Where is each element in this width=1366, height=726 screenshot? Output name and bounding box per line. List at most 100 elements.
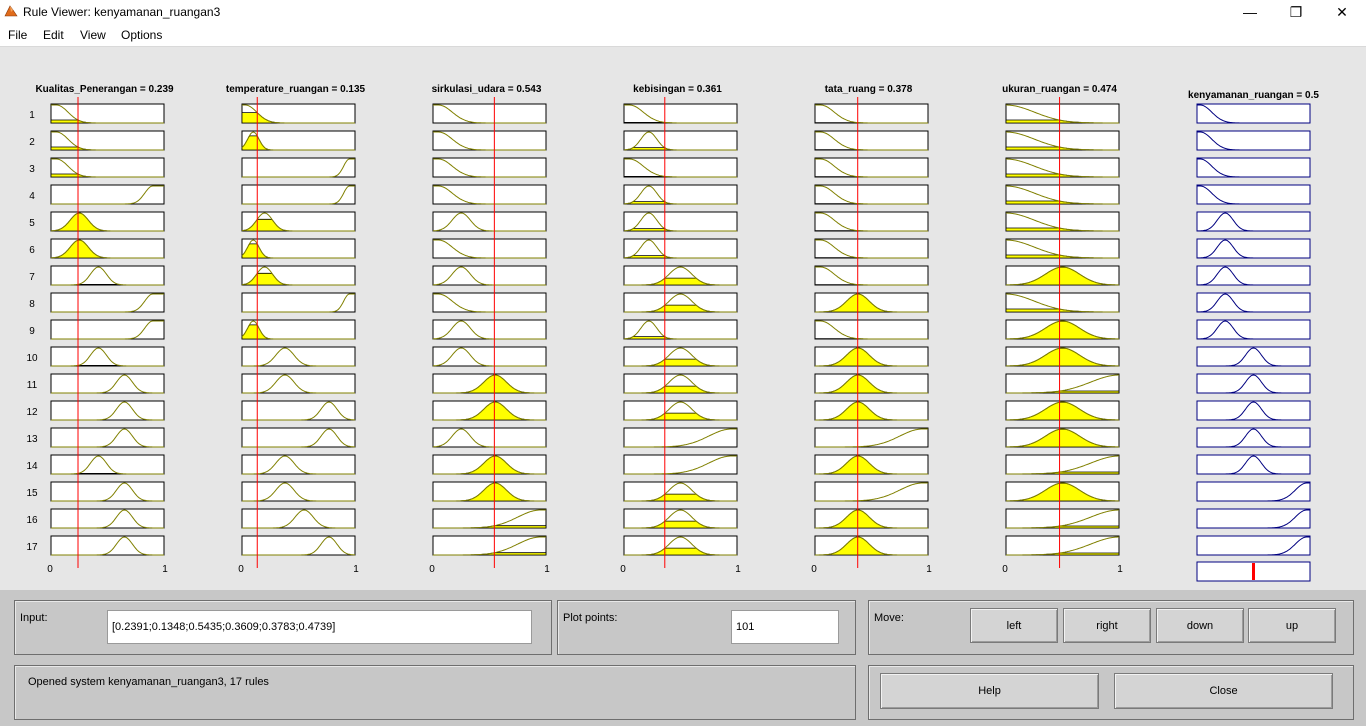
- mf-box[interactable]: [50, 508, 165, 529]
- mf-box[interactable]: [241, 346, 356, 367]
- mf-box[interactable]: [623, 238, 738, 259]
- axis-tick-min: 0: [620, 564, 626, 575]
- mf-box[interactable]: [432, 184, 547, 205]
- axis-tick-max: 1: [1117, 564, 1123, 575]
- mf-box[interactable]: [623, 130, 738, 151]
- mf-box[interactable]: [241, 481, 356, 502]
- mf-box[interactable]: [623, 184, 738, 205]
- output-mf-box[interactable]: [1196, 508, 1311, 529]
- output-mf-box[interactable]: [1196, 130, 1311, 151]
- mf-box[interactable]: [241, 373, 356, 394]
- axis-tick-max: 1: [162, 564, 168, 575]
- output-mf-box[interactable]: [1196, 292, 1311, 313]
- move-right-button[interactable]: right: [1063, 608, 1151, 643]
- mf-box[interactable]: [623, 211, 738, 232]
- input-vector-field[interactable]: [0.2391;0.1348;0.5435;0.3609;0.3783;0.47…: [107, 610, 532, 644]
- mf-box[interactable]: [432, 346, 547, 367]
- mf-box[interactable]: [50, 481, 165, 502]
- move-up-button[interactable]: up: [1248, 608, 1336, 643]
- mf-box[interactable]: [814, 157, 929, 178]
- status-text: Opened system kenyamanan_ruangan3, 17 ru…: [28, 676, 269, 688]
- rule-number: 5: [29, 218, 35, 229]
- mf-box[interactable]: [814, 130, 929, 151]
- mf-box[interactable]: [50, 319, 165, 340]
- rule-plot-area: Kualitas_Penerangan = 0.239 temperature_r…: [0, 47, 1366, 590]
- help-button[interactable]: Help: [880, 673, 1099, 709]
- move-left-button[interactable]: left: [970, 608, 1058, 643]
- mf-box[interactable]: [50, 373, 165, 394]
- output-mf-box[interactable]: [1196, 319, 1311, 340]
- output-mf-box[interactable]: [1196, 211, 1311, 232]
- output-mf-box[interactable]: [1196, 157, 1311, 178]
- input-title-tata_ruang: tata_ruang = 0.378: [825, 84, 913, 95]
- output-mf-box[interactable]: [1196, 454, 1311, 475]
- mf-box[interactable]: [50, 427, 165, 448]
- mf-box[interactable]: [241, 508, 356, 529]
- mf-box[interactable]: [432, 292, 547, 313]
- mf-box[interactable]: [623, 103, 738, 124]
- mf-box[interactable]: [432, 157, 547, 178]
- mf-box[interactable]: [814, 103, 929, 124]
- mf-box[interactable]: [432, 130, 547, 151]
- input-label: Input:: [20, 612, 48, 624]
- output-mf-box[interactable]: [1196, 427, 1311, 448]
- rule-number: 10: [26, 353, 38, 364]
- mf-box[interactable]: [432, 238, 547, 259]
- move-down-button[interactable]: down: [1156, 608, 1244, 643]
- menu-edit[interactable]: Edit: [43, 28, 64, 42]
- mf-box[interactable]: [50, 184, 165, 205]
- move-panel: Move: left right down up: [868, 600, 1354, 655]
- plot-points-field[interactable]: 101: [731, 610, 839, 644]
- mf-box[interactable]: [814, 265, 929, 286]
- mf-box[interactable]: [432, 211, 547, 232]
- menu-view[interactable]: View: [80, 28, 106, 42]
- rule-number: 9: [29, 326, 35, 337]
- output-title: kenyamanan_ruangan = 0.5: [1188, 90, 1319, 101]
- mf-box[interactable]: [432, 103, 547, 124]
- input-title-ukuran_ruangan: ukuran_ruangan = 0.474: [1002, 84, 1117, 95]
- mf-box[interactable]: [241, 454, 356, 475]
- mf-box[interactable]: [432, 265, 547, 286]
- output-mf-box[interactable]: [1196, 238, 1311, 259]
- mf-box[interactable]: [432, 319, 547, 340]
- mf-box[interactable]: [623, 157, 738, 178]
- rule-number: 16: [26, 515, 38, 526]
- output-mf-box[interactable]: [1196, 535, 1311, 556]
- output-mf-box[interactable]: [1196, 103, 1311, 124]
- mf-box[interactable]: [432, 427, 547, 448]
- status-panel: Opened system kenyamanan_ruangan3, 17 ru…: [14, 665, 856, 720]
- output-mf-box[interactable]: [1196, 265, 1311, 286]
- menu-bar: File Edit View Options: [0, 24, 1366, 47]
- output-mf-box[interactable]: [1196, 481, 1311, 502]
- maximize-button[interactable]: ❐: [1273, 0, 1319, 24]
- mf-box[interactable]: [814, 238, 929, 259]
- rule-number: 6: [29, 245, 35, 256]
- mf-box[interactable]: [50, 292, 165, 313]
- mf-box[interactable]: [623, 319, 738, 340]
- plot-points-label: Plot points:: [563, 612, 618, 624]
- mf-box[interactable]: [814, 319, 929, 340]
- mf-box[interactable]: [814, 211, 929, 232]
- rule-number: 4: [29, 191, 35, 202]
- output-mf-box[interactable]: [1196, 184, 1311, 205]
- minimize-button[interactable]: —: [1227, 0, 1273, 24]
- output-mf-box[interactable]: [1196, 346, 1311, 367]
- close-window-button[interactable]: ✕: [1319, 0, 1365, 24]
- axis-tick-min: 0: [429, 564, 435, 575]
- rule-number: 13: [26, 434, 38, 445]
- menu-file[interactable]: File: [8, 28, 27, 42]
- rule-plots[interactable]: Kualitas_Penerangan = 0.239 temperature_r…: [0, 47, 1366, 590]
- output-mf-box[interactable]: [1196, 373, 1311, 394]
- mf-box[interactable]: [50, 400, 165, 421]
- output-mf-box[interactable]: [1196, 400, 1311, 421]
- title-bar: Rule Viewer: kenyamanan_ruangan3 — ❐ ✕: [0, 0, 1366, 24]
- mf-box[interactable]: [814, 184, 929, 205]
- axis-tick-max: 1: [353, 564, 359, 575]
- mf-box[interactable]: [50, 535, 165, 556]
- menu-options[interactable]: Options: [121, 28, 162, 42]
- input-title-temperature_ruangan: temperature_ruangan = 0.135: [226, 84, 366, 95]
- rule-number: 8: [29, 299, 35, 310]
- close-button[interactable]: Close: [1114, 673, 1333, 709]
- rule-number: 2: [29, 137, 35, 148]
- axis-tick-min: 0: [1002, 564, 1008, 575]
